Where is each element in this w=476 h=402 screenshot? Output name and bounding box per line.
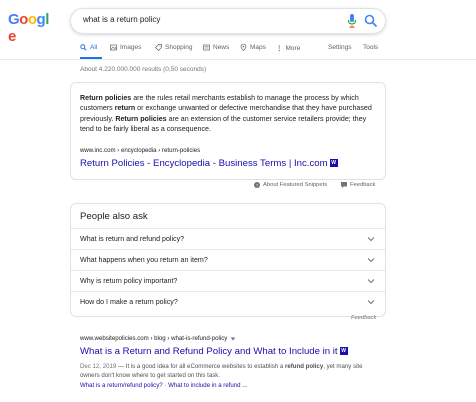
snippet-bold-text: Return policies <box>115 114 167 123</box>
result-title[interactable]: What is a Return and Refund Policy and W… <box>80 346 338 357</box>
logo-letter: g <box>36 11 46 28</box>
featured-feedback[interactable]: Feedback <box>341 182 375 188</box>
search-box[interactable]: what is a return policy <box>70 8 386 34</box>
tab-shopping[interactable]: Shopping <box>155 44 192 51</box>
result-snippet: Dec 12, 2019 — It is a good idea for all… <box>80 362 380 380</box>
paa-question-text: Why is return policy important? <box>80 277 178 285</box>
featured-snippet-cite[interactable]: www.inc.com › encyclopedia › return-poli… <box>80 147 200 154</box>
search-input[interactable]: what is a return policy <box>83 15 160 24</box>
paa-question-text: How do I make a return policy? <box>80 298 178 306</box>
paa-question[interactable]: What is return and refund policy? <box>71 228 385 249</box>
news-icon <box>203 44 210 51</box>
result-cite-text: www.websitepolicies.com › blog › what-is… <box>80 335 228 342</box>
logo-letter: G <box>8 11 20 28</box>
chevron-down-icon <box>367 237 375 242</box>
sitelink[interactable]: What is a return/refund policy? <box>80 382 163 389</box>
search-icon <box>80 44 87 51</box>
map-pin-icon <box>240 44 247 51</box>
paa-question[interactable]: What happens when you return an item? <box>71 249 385 270</box>
google-logo[interactable]: Googl e <box>8 11 54 45</box>
tab-label: Maps <box>250 44 266 51</box>
sitelink[interactable]: What to include in a refund ... <box>168 382 247 389</box>
tab-label: News <box>213 44 230 51</box>
result-date: Dec 12, 2019 <box>80 363 117 370</box>
result-snippet-bold: refund policy <box>284 363 324 370</box>
snippet-bold-text: Return policies <box>80 94 132 102</box>
tab-more[interactable]: ⋮ More <box>276 44 301 53</box>
logo-letter: e <box>8 28 16 45</box>
tab-all[interactable]: All <box>80 44 97 51</box>
tab-images[interactable]: Images <box>110 44 141 51</box>
people-also-ask: People also ask What is return and refun… <box>70 203 386 317</box>
tab-label: Settings <box>328 44 352 51</box>
featured-snippet-link[interactable]: Return Policies - Encyclopedia - Busines… <box>80 158 338 169</box>
featured-snippet: Return policies are the rules retail mer… <box>70 82 386 180</box>
tab-label: Tools <box>363 44 379 51</box>
tab-news[interactable]: News <box>203 44 229 51</box>
result-link[interactable]: What is a Return and Refund Policy and W… <box>80 346 348 357</box>
featured-snippet-title[interactable]: Return Policies - Encyclopedia - Busines… <box>80 158 328 169</box>
search-icon[interactable] <box>364 14 378 28</box>
paa-question[interactable]: Why is return policy important? <box>71 270 385 291</box>
caret-down-icon[interactable] <box>230 336 236 342</box>
paa-question-text: What happens when you return an item? <box>80 256 208 264</box>
tab-label: Images <box>120 44 142 51</box>
microphone-icon[interactable] <box>347 14 357 28</box>
tab-label: More <box>285 44 301 52</box>
result-sitelinks: What is a return/refund policy? · What t… <box>80 382 247 389</box>
featured-snippet-text: Return policies are the rules retail mer… <box>80 93 376 135</box>
header-divider <box>0 59 476 60</box>
tab-maps[interactable]: Maps <box>240 44 266 51</box>
paa-question-text: What is return and refund policy? <box>80 235 185 243</box>
result-stats: About 4.220.000.000 results (0,50 second… <box>80 66 207 73</box>
tag-icon <box>155 44 162 51</box>
logo-letter: l <box>45 11 49 28</box>
help-icon: ? <box>254 182 260 188</box>
tab-settings[interactable]: Settings <box>328 44 352 51</box>
snippet-bold-text: return <box>114 104 136 113</box>
featured-feedback-label: Feedback <box>350 182 376 188</box>
tab-label: All <box>90 44 98 51</box>
paa-question[interactable]: How do I make a return policy? <box>71 291 385 312</box>
result-cite[interactable]: www.websitepolicies.com › blog › what-is… <box>80 335 236 342</box>
feedback-icon <box>341 182 347 188</box>
tab-tools[interactable]: Tools <box>363 44 378 51</box>
about-featured-snippets-label: About Featured Snippets <box>263 182 328 188</box>
result-snippet-a: — It is a good idea for all eCommerce we… <box>116 363 285 370</box>
logo-letter: o <box>19 11 28 28</box>
chevron-down-icon <box>367 279 375 284</box>
site-favicon-icon: W <box>329 159 338 168</box>
logo-letter: o <box>27 11 37 28</box>
site-favicon-icon: W <box>339 347 348 356</box>
chevron-down-icon <box>367 258 375 263</box>
about-featured-snippets[interactable]: ? About Featured Snippets <box>254 182 327 188</box>
tab-label: Shopping <box>165 44 193 51</box>
chevron-down-icon <box>367 300 375 305</box>
image-icon <box>110 44 117 51</box>
paa-title: People also ask <box>80 211 148 222</box>
more-vert-icon: ⋮ <box>276 45 283 52</box>
paa-feedback[interactable]: Feedback <box>351 315 376 321</box>
